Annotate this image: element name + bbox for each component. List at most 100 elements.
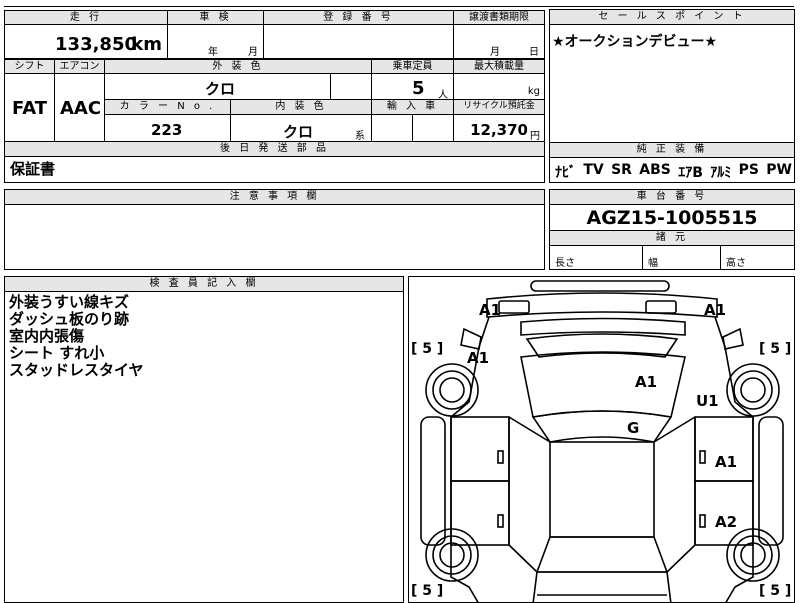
later-parts-header: 後 日 発 送 部 品 (4, 141, 545, 157)
colorno-value: 223 (151, 121, 183, 139)
capacity-header: 乗車定員 (371, 59, 454, 74)
interior-cell: クロ 系 (230, 114, 372, 142)
top-cropped-row (4, 0, 794, 7)
inspection-year-label: 年 (208, 47, 218, 58)
door-handle-shape (497, 514, 504, 528)
inspector-header: 検 査 員 記 入 欄 (4, 276, 404, 292)
transfer-header: 譲渡書類期限 (453, 10, 545, 25)
damage-mark: A2 (715, 513, 738, 531)
sales-point-text: ★オークションデビュー★ (552, 34, 718, 50)
inspector-notes: 外装うすい線キズ ダッシュ板のり跡 室内内張傷 シート すれ小 スタッドレスタイ… (9, 294, 144, 379)
import-cell-a (371, 114, 413, 142)
ac-cell: AAC (54, 73, 105, 142)
registration-header: 登 録 番 号 (263, 10, 454, 25)
transfer-cell: 月 日 (453, 24, 545, 59)
dim-width-cell: 幅 (642, 245, 721, 270)
import-cell-b (412, 114, 454, 142)
chassis-cell: AGZ15-1005515 (549, 204, 795, 231)
later-parts-text: 保証書 (10, 160, 56, 178)
load-unit: kg (527, 86, 540, 97)
door-handle-shape (699, 514, 706, 528)
front-left-tire (425, 363, 479, 417)
front-glass-shape (531, 410, 673, 443)
transfer-day-label: 日 (529, 47, 539, 58)
interior-suffix: 系 (355, 131, 365, 142)
damage-mark: A1 (467, 349, 490, 367)
inspector-note: 外装うすい線キズ (9, 293, 130, 311)
equipment-item: ABS (639, 162, 671, 178)
inspection-header: 車 検 (167, 10, 264, 25)
recycle-unit: 円 (530, 131, 540, 142)
shift-header: シフト (4, 59, 55, 74)
roof-shape (549, 441, 655, 538)
capacity-cell: 5 人 (371, 73, 454, 101)
exterior-color-value: クロ (205, 80, 236, 98)
damage-mark: G (627, 419, 640, 437)
recycle-cell: 12,370 円 (453, 114, 545, 142)
chassis-number: AGZ15-1005515 (586, 207, 758, 229)
left-rear-door-shape (450, 480, 510, 546)
dimensions-header: 諸 元 (549, 230, 795, 246)
equipment-item: ﾅﾋﾞ (555, 165, 576, 181)
right-mirror-shape (722, 327, 744, 350)
sales-point-cell: ★オークションデビュー★ (549, 24, 795, 143)
inspection-cell: 年 月 (167, 24, 264, 59)
dim-length-cell: 長さ (549, 245, 643, 270)
shift-value: FAT (12, 98, 48, 119)
mileage-value: 133,850 (55, 34, 137, 55)
inspection-month-label: 月 (248, 47, 258, 58)
damage-mark: A1 (715, 453, 738, 471)
ac-header: エアコン (54, 59, 105, 74)
equipment-list: ﾅﾋﾞ TV SR ABS ｴｱB ｱﾙﾐ PS PW (555, 162, 792, 182)
ac-value: AAC (60, 98, 102, 119)
recycle-header: リサイクル預託金 (453, 99, 545, 115)
mileage-unit: km (131, 34, 162, 55)
dim-width-label: 幅 (648, 258, 658, 269)
mileage-cell: 133,850 km (4, 24, 168, 59)
interior-header: 内 装 色 (230, 99, 372, 115)
hood-shape (520, 351, 686, 418)
front-right-tire (726, 363, 780, 417)
sales-point-header: セ ー ル ス ポ イ ン ト (549, 9, 795, 25)
colorno-cell: 223 (104, 114, 231, 142)
chassis-header: 車 台 番 号 (549, 189, 795, 205)
right-pillar-lines (653, 416, 696, 573)
damage-mark: A1 (635, 373, 658, 391)
trunk-shape (532, 571, 672, 602)
tire-mark: [ 5 ] (411, 583, 444, 599)
tire-mark: [ 5 ] (759, 583, 792, 599)
load-header: 最大積載量 (453, 59, 545, 74)
equipment-item: TV (583, 162, 604, 178)
exterior-header: 外 装 色 (104, 59, 372, 74)
rear-left-tire (425, 528, 479, 582)
damage-mark: A1 (704, 301, 727, 319)
registration-cell (263, 24, 454, 59)
mileage-header: 走 行 (4, 10, 168, 25)
inspector-note: スタッドレスタイヤ (9, 361, 144, 379)
inspector-note: 室内内張傷 (9, 327, 85, 345)
left-front-door-shape (450, 416, 510, 482)
door-handle-shape (699, 450, 706, 464)
later-parts-cell: 保証書 (4, 156, 545, 183)
equipment-cell: ﾅﾋﾞ TV SR ABS ｴｱB ｱﾙﾐ PS PW (549, 157, 795, 183)
damage-mark: A1 (479, 301, 502, 319)
car-diagram (420, 280, 784, 602)
car-diagram-panel: A1 A1 A1 A1 U1 G A1 A2 [ 5 ] [ 5 ] [ 5 ]… (408, 276, 795, 603)
caution-cell (4, 204, 545, 270)
left-headlight-shape (498, 300, 530, 314)
tire-mark: [ 5 ] (759, 341, 792, 357)
inspector-note: ダッシュ板のり跡 (9, 310, 130, 328)
interior-color-value: クロ (283, 123, 314, 141)
load-cell: kg (453, 73, 545, 100)
exterior-color-extra (330, 73, 372, 100)
exterior-color-cell: クロ (104, 73, 331, 100)
dim-height-cell: 高さ (720, 245, 795, 270)
equipment-header: 純 正 装 備 (549, 142, 795, 158)
dim-length-label: 長さ (555, 258, 575, 269)
equipment-item: SR (611, 162, 632, 178)
left-pillar-lines (508, 416, 551, 573)
equipment-item: ｴｱB (678, 165, 703, 181)
front-bumper-shape (530, 280, 670, 292)
left-step-shape (420, 416, 446, 546)
equipment-item: PS (738, 162, 759, 178)
